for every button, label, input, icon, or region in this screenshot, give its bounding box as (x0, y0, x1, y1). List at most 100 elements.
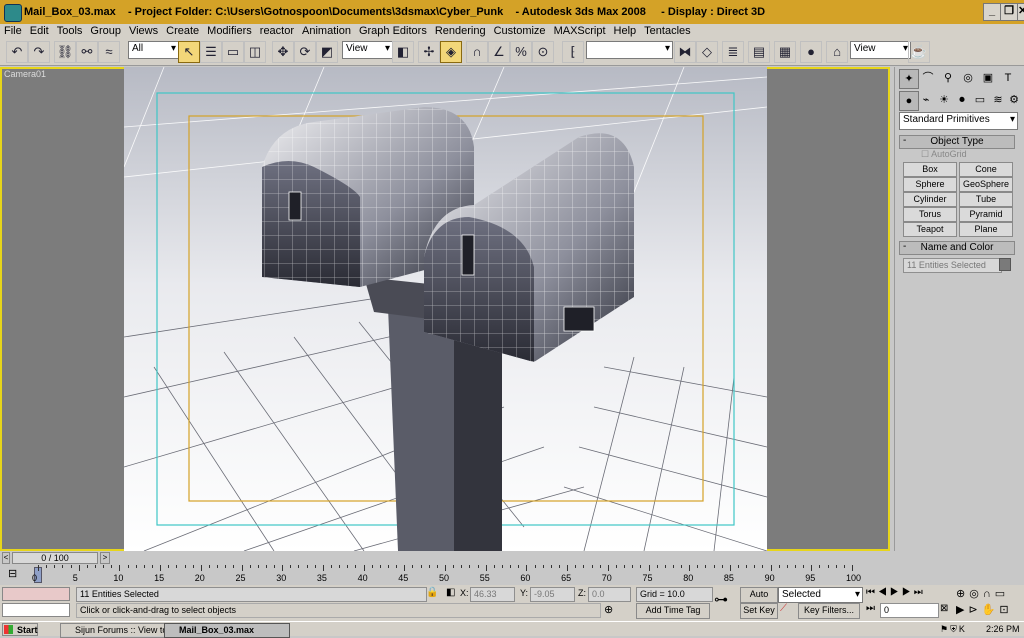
cylinder-button[interactable]: Cylinder (903, 192, 957, 207)
tube-button[interactable]: Tube (959, 192, 1013, 207)
key-mode-toggle-icon[interactable]: ⏭ (866, 603, 875, 614)
current-frame-field[interactable]: 0 (880, 603, 939, 618)
menu-modifiers[interactable]: Modifiers (203, 24, 256, 38)
pyramid-button[interactable]: Pyramid (959, 207, 1013, 222)
select-and-rotate-icon[interactable]: ⟳ (294, 41, 316, 63)
layer-manager-icon[interactable]: ≣ (722, 41, 744, 63)
lights-icon[interactable]: ☀ (935, 91, 953, 109)
menu-maxscript[interactable]: MAXScript (550, 24, 610, 38)
menu-views[interactable]: Views (125, 24, 162, 38)
category-dropdown[interactable]: Standard Primitives (899, 112, 1018, 130)
spinner-snap-icon[interactable]: ⊙ (532, 41, 554, 63)
geometry-icon[interactable]: ● (899, 91, 919, 111)
shapes-icon[interactable]: ⌁ (917, 91, 935, 109)
bind-space-warp-icon[interactable]: ≈ (98, 41, 120, 63)
3dsmax-app-icon[interactable] (4, 4, 22, 22)
percent-snap-icon[interactable]: % (510, 41, 532, 63)
window-crossing-icon[interactable]: ◫ (244, 41, 266, 63)
systems-icon[interactable]: ⚙ (1005, 91, 1023, 109)
edit-named-selection-icon[interactable]: ⁅ (562, 41, 584, 63)
quick-render-teapot-icon[interactable]: ☕ (908, 41, 930, 63)
align-icon[interactable]: ◇ (696, 41, 718, 63)
menu-tentacles[interactable]: Tentacles (640, 24, 694, 38)
set-key-key-icon[interactable]: ⊶ (714, 591, 728, 608)
menu-file[interactable]: File (0, 24, 26, 38)
render-view-dropdown[interactable]: View (850, 41, 911, 59)
keyboard-shortcut-override-icon[interactable]: ◈ (440, 41, 462, 63)
plane-button[interactable]: Plane (959, 222, 1013, 237)
sphere-button[interactable]: Sphere (903, 177, 957, 192)
menu-customize[interactable]: Customize (490, 24, 550, 38)
viewport-nav-bottom[interactable]: ▶⊳✋⊡ (956, 603, 1013, 616)
undo-icon[interactable]: ↶ (6, 41, 28, 63)
pivot-center-icon[interactable]: ◧ (392, 41, 414, 63)
schematic-view-icon[interactable]: ▦ (774, 41, 796, 63)
hierarchy-tab-icon[interactable]: ⚲ (939, 69, 957, 87)
named-selection-sets-dropdown[interactable] (586, 41, 673, 59)
curve-editor-icon[interactable]: ▤ (748, 41, 770, 63)
menu-graph-editors[interactable]: Graph Editors (355, 24, 431, 38)
helpers-icon[interactable]: ▭ (971, 91, 989, 109)
menu-help[interactable]: Help (610, 24, 641, 38)
time-configuration-icon[interactable]: ⊠ (940, 603, 948, 614)
menu-reactor[interactable]: reactor (256, 24, 298, 38)
minimize-button[interactable]: _ (983, 3, 1001, 21)
viewport-label[interactable]: Camera01 (4, 69, 46, 79)
system-tray-icons[interactable]: ⚑⛨K (940, 624, 967, 635)
reference-coordinate-dropdown[interactable]: View (342, 41, 393, 59)
geosphere-button[interactable]: GeoSphere (959, 177, 1013, 192)
torus-button[interactable]: Torus (903, 207, 957, 222)
menu-create[interactable]: Create (162, 24, 203, 38)
selection-filter-dropdown[interactable]: All (128, 41, 179, 59)
autogrid-checkbox[interactable]: ☐ AutoGrid (921, 149, 967, 160)
maxscript-listener-mini[interactable] (2, 587, 70, 601)
auto-key-button[interactable]: Auto Key (740, 587, 778, 612)
object-type-rollout[interactable]: - Object Type (899, 135, 1015, 149)
object-name-field[interactable]: 11 Entities Selected (903, 258, 1002, 273)
select-and-move-icon[interactable]: ✥ (272, 41, 294, 63)
render-setup-icon[interactable]: ⌂ (826, 41, 848, 63)
close-button[interactable]: ✕ (1017, 3, 1024, 21)
maxscript-input-mini[interactable] (2, 603, 70, 617)
rendered-scene[interactable] (124, 67, 767, 551)
teapot-button[interactable]: Teapot (903, 222, 957, 237)
track-bar[interactable]: ⊟ 0 5 10 15 20 25 30 35 40 45 50 55 60 65 70 75 80 85 90 95… (0, 565, 893, 585)
maximize-button[interactable]: ❐ (1000, 3, 1018, 21)
selection-lock-icon[interactable]: 🔒 (426, 587, 438, 598)
mirror-icon[interactable]: ⧓ (674, 41, 696, 63)
cone-button[interactable]: Cone (959, 162, 1013, 177)
unlink-icon[interactable]: ⚯ (76, 41, 98, 63)
redo-icon[interactable]: ↷ (28, 41, 50, 63)
snap-toggle-icon[interactable]: ∩ (466, 41, 488, 63)
time-slider-handle[interactable]: 0 / 100 (12, 552, 98, 564)
name-and-color-rollout[interactable]: - Name and Color (899, 241, 1015, 255)
modify-tab-icon[interactable]: ⌒ (919, 69, 937, 87)
material-editor-icon[interactable]: ● (800, 41, 822, 63)
menu-tools[interactable]: Tools (53, 24, 87, 38)
select-by-name-icon[interactable]: ☰ (200, 41, 222, 63)
x-coordinate-field[interactable]: 46.33 (470, 587, 515, 602)
menu-rendering[interactable]: Rendering (431, 24, 490, 38)
playback-controls[interactable]: ⏮◀▶▶⏭ (866, 587, 926, 598)
key-filters-button[interactable]: Key Filters... (798, 603, 860, 619)
z-coordinate-field[interactable]: 0.0 (588, 587, 631, 602)
display-tab-icon[interactable]: ▣ (979, 69, 997, 87)
menu-edit[interactable]: Edit (26, 24, 53, 38)
manipulate-icon[interactable]: ✢ (418, 41, 440, 63)
motion-tab-icon[interactable]: ◎ (959, 69, 977, 87)
time-tag-icon[interactable]: ⊕ (604, 603, 613, 616)
angle-snap-icon[interactable]: ∠ (488, 41, 510, 63)
default-tangent-icon[interactable]: ⟋ (780, 603, 787, 614)
menu-group[interactable]: Group (86, 24, 125, 38)
select-and-scale-icon[interactable]: ◩ (316, 41, 338, 63)
add-time-tag-button[interactable]: Add Time Tag (636, 603, 710, 619)
absolute-relative-toggle-icon[interactable]: ◧ (446, 587, 455, 598)
viewport-nav-top[interactable]: ⊕◎∩▭ (956, 587, 1009, 600)
time-slider-track[interactable]: < 0 / 100 > (0, 551, 893, 565)
utilities-tab-icon[interactable]: T (999, 69, 1017, 87)
box-button[interactable]: Box (903, 162, 957, 177)
menu-animation[interactable]: Animation (298, 24, 355, 38)
create-tab-icon[interactable]: ✦ (899, 69, 919, 89)
previous-frame-icon[interactable]: < (2, 552, 10, 564)
select-and-link-icon[interactable]: ⛓ (54, 41, 76, 63)
